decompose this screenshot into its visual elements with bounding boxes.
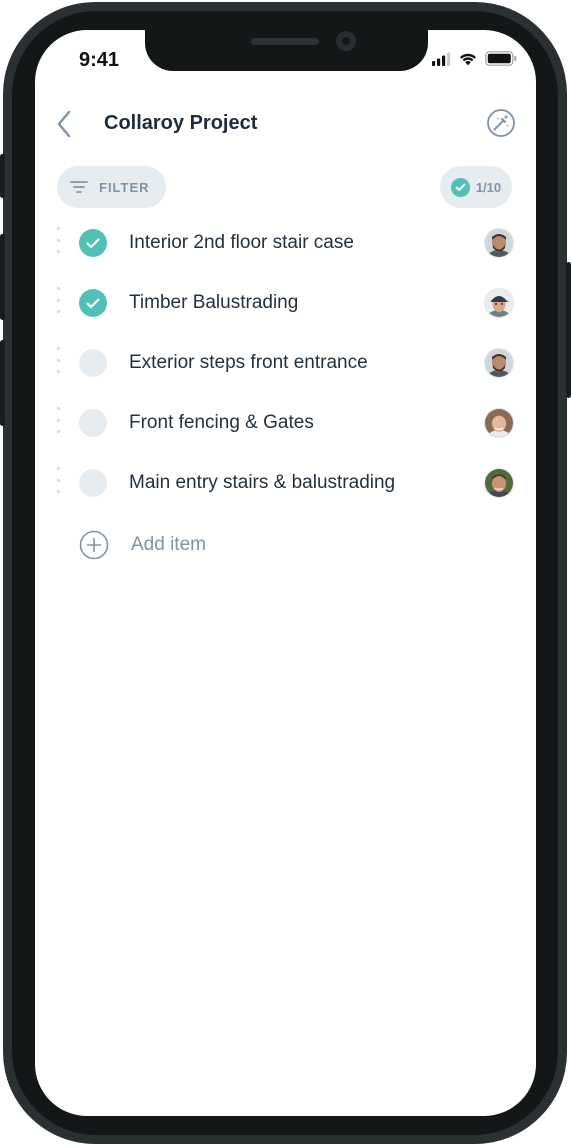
task-label: Timber Balustrading: [129, 292, 299, 313]
battery-icon: [485, 51, 517, 66]
task-row[interactable]: Exterior steps front entrance: [35, 333, 536, 393]
back-button[interactable]: [51, 108, 77, 140]
checkmark-icon: [86, 297, 100, 308]
task-checkbox-unchecked[interactable]: [79, 409, 107, 437]
volume-down-button: [0, 340, 5, 426]
task-checkbox-checked[interactable]: [79, 289, 107, 317]
drag-handle-icon[interactable]: [56, 227, 60, 253]
drag-handle-icon[interactable]: [56, 347, 60, 373]
app-screen: 9:41 Collaroy Project FILTER 1/10 Interi…: [35, 30, 536, 1116]
task-row[interactable]: Timber Balustrading: [35, 273, 536, 333]
cellular-signal-icon: [432, 52, 451, 66]
add-item-button[interactable]: Add item: [35, 528, 536, 568]
check-circle-icon: [450, 177, 470, 197]
avatar[interactable]: [485, 349, 513, 377]
drag-handle-icon[interactable]: [56, 407, 60, 433]
avatar[interactable]: [485, 469, 513, 497]
filter-button[interactable]: FILTER: [57, 166, 166, 208]
avatar[interactable]: [485, 229, 513, 257]
progress-text: 1/10: [475, 179, 502, 195]
volume-up-button: [0, 234, 5, 320]
filter-lines-icon: [70, 181, 88, 193]
toolbar: FILTER 1/10: [35, 166, 536, 208]
drag-handle-icon[interactable]: [56, 287, 60, 313]
task-label: Exterior steps front entrance: [129, 352, 368, 373]
avatar[interactable]: [485, 289, 513, 317]
task-list: Interior 2nd floor stair case Timber Bal…: [35, 213, 536, 513]
power-button: [566, 262, 571, 398]
avatar[interactable]: [485, 409, 513, 437]
plus-circle-icon: [79, 530, 109, 560]
task-row[interactable]: Main entry stairs & balustrading: [35, 453, 536, 513]
magic-wand-icon: [487, 109, 515, 137]
task-label: Main entry stairs & balustrading: [129, 472, 396, 493]
status-time: 9:41: [79, 49, 120, 71]
speaker-grille: [251, 38, 319, 45]
page-header: Collaroy Project: [35, 102, 536, 146]
drag-handle-icon[interactable]: [56, 467, 60, 493]
task-checkbox-unchecked[interactable]: [79, 349, 107, 377]
add-item-label: Add item: [131, 534, 206, 555]
wifi-icon: [460, 53, 476, 65]
filter-label: FILTER: [99, 179, 150, 195]
magic-wand-button[interactable]: [486, 108, 516, 138]
task-checkbox-unchecked[interactable]: [79, 469, 107, 497]
task-row[interactable]: Interior 2nd floor stair case: [35, 213, 536, 273]
chevron-left-icon: [57, 110, 71, 138]
task-checkbox-checked[interactable]: [79, 229, 107, 257]
task-row[interactable]: Front fencing & Gates: [35, 393, 536, 453]
task-label: Front fencing & Gates: [129, 412, 314, 433]
progress-badge[interactable]: 1/10: [440, 166, 512, 208]
status-icons: [431, 51, 517, 66]
silent-switch: [0, 154, 5, 198]
task-label: Interior 2nd floor stair case: [129, 232, 354, 253]
checkmark-icon: [86, 237, 100, 248]
front-camera: [336, 31, 356, 51]
notch: [145, 30, 428, 71]
page-title: Collaroy Project: [104, 112, 258, 134]
